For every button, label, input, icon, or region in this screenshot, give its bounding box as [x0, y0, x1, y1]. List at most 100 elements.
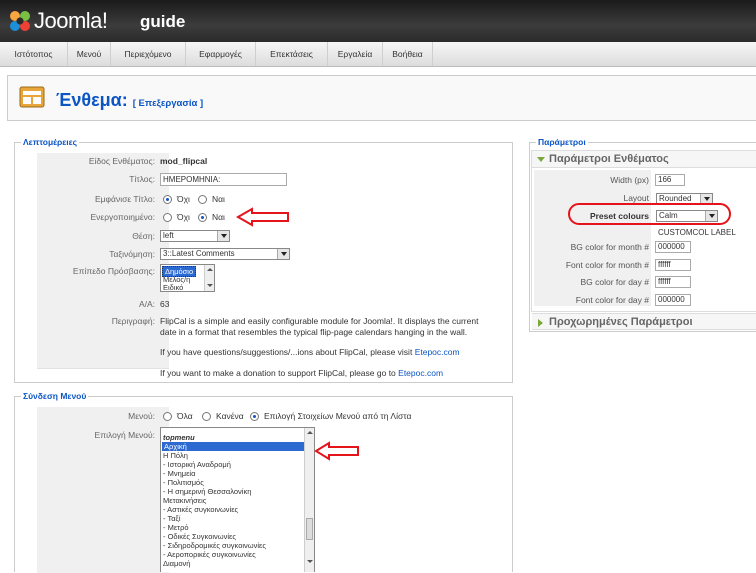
menu-list-item[interactable]: - Αστικές συγκοινωνίες [163, 505, 238, 514]
position-label: Θέση: [132, 231, 155, 241]
description-donate-text: If you want to make a donation to suppor… [160, 368, 399, 378]
menu-list-item[interactable]: - Πολιτισμός [163, 478, 204, 487]
module-type-label: Είδος Ενθέματος: [88, 156, 155, 166]
title-input[interactable]: ΗΜΕΡΟΜΗΝΙΑ: [160, 173, 287, 186]
enabled-yes-radio[interactable] [198, 213, 207, 222]
menus-all-radio[interactable] [163, 412, 172, 421]
page-title-main: Ένθεμα: [56, 90, 128, 110]
description-line-2: date in a format that resembles the typi… [160, 327, 468, 337]
menu-list-item[interactable]: - Η σημερινή Θεσσαλονίκη [163, 487, 251, 496]
access-label: Επίπεδο Πρόσβασης: [72, 266, 155, 276]
enabled-yes-label: Ναι [212, 212, 225, 222]
page-title: Ένθεμα: [ Επεξεργασία ] [56, 90, 203, 114]
enabled-no-radio[interactable] [163, 213, 172, 222]
menus-none-label: Κανένα [216, 411, 244, 421]
bg-month-input[interactable]: 000000 [655, 241, 691, 253]
description-line-1: FlipCal is a simple and easily configura… [160, 316, 479, 326]
show-title-yes-label: Ναι [212, 194, 225, 204]
description-questions: If you have questions/suggestions/...ion… [160, 347, 460, 358]
site-title: guide [140, 12, 186, 31]
menu-extensions[interactable]: Επεκτάσεις [256, 42, 328, 66]
description-questions-text: If you have questions/suggestions/...ion… [160, 347, 415, 357]
chevron-down-icon [277, 249, 289, 259]
menu-list-item[interactable]: - Σιδηροδρομικές συγκοινωνίες [163, 541, 266, 550]
expand-right-icon [538, 319, 543, 327]
module-type-value: mod_flipcal [160, 156, 208, 166]
show-title-label: Εμφάνισε Τίτλο: [94, 194, 155, 204]
details-key-column [37, 153, 169, 369]
scrollbar-thumb[interactable] [306, 518, 313, 540]
ordering-select-value: 3::Latest Comments [163, 249, 235, 258]
menu-components[interactable]: Εφαρμογές [186, 42, 256, 66]
font-day-input[interactable]: 000000 [655, 294, 691, 306]
menu-list-item[interactable]: - Μνημεία [163, 469, 195, 478]
menu-menus[interactable]: Μενού [68, 42, 111, 66]
admin-menubar: Ιστότοπος Μενού Περιεχόμενο Εφαρμογές Επ… [0, 42, 756, 67]
enabled-label: Ενεργοποιημένο: [90, 212, 155, 222]
menu-list-item-home[interactable]: Αρχική [162, 442, 304, 451]
chevron-down-icon [217, 231, 229, 241]
expand-down-icon [537, 157, 545, 162]
menu-list-item[interactable]: Διαμονή [163, 559, 190, 568]
advanced-parameters-header[interactable]: Προχωρημένες Παράμετροι [532, 313, 756, 330]
menu-selection-label: Επιλογή Μενού: [94, 430, 155, 440]
menu-list-item[interactable]: - Οδικές Συγκοινωνίες [163, 532, 236, 541]
etepoc-link-questions[interactable]: Etepoc.com [415, 347, 460, 357]
width-input[interactable]: 166 [655, 174, 685, 186]
menu-list-heading: topmenu [163, 433, 195, 442]
menu-content[interactable]: Περιεχόμενο [111, 42, 186, 66]
scroll-up-icon[interactable] [205, 266, 214, 274]
show-title-yes-radio[interactable] [198, 195, 207, 204]
menus-label: Μενού: [128, 411, 155, 421]
joomla-logo-text: Joomla! [34, 8, 108, 33]
annotation-arrow-menu-icon [314, 441, 359, 461]
menu-tools[interactable]: Εργαλεία [328, 42, 383, 66]
annotation-arrow-enabled-icon [236, 207, 289, 227]
ordering-label: Ταξινόμηση: [109, 249, 155, 259]
joomla-logo-icon [10, 11, 30, 31]
font-month-label: Font color for month # [565, 260, 649, 270]
bg-day-label: BG color for day # [580, 277, 649, 287]
font-month-input[interactable]: ffffff [655, 259, 691, 271]
menu-list-item[interactable]: - Αεροπορικές συγκοινωνίες [163, 550, 256, 559]
menu-site[interactable]: Ιστότοπος [0, 42, 68, 66]
etepoc-link-donate[interactable]: Etepoc.com [398, 368, 443, 378]
show-title-no-radio[interactable] [163, 195, 172, 204]
layout-select-value: Rounded [659, 194, 692, 203]
menus-select-radio[interactable] [250, 412, 259, 421]
title-label: Τίτλος: [129, 174, 155, 184]
ordering-select[interactable]: 3::Latest Comments [160, 248, 290, 260]
module-icon [19, 86, 45, 108]
font-day-label: Font color for day # [575, 295, 649, 305]
scroll-down-icon[interactable] [305, 558, 314, 566]
details-legend: Λεπτομέρειες [21, 136, 80, 148]
menu-list-item[interactable]: Η Πόλη [163, 451, 188, 460]
description-donate: If you want to make a donation to suppor… [160, 368, 443, 379]
scroll-down-icon[interactable] [205, 282, 214, 290]
access-option-special[interactable]: Ειδικό [163, 283, 183, 291]
menus-none-radio[interactable] [202, 412, 211, 421]
menu-list-item[interactable]: - Ιστορική Αναδρομή [163, 460, 231, 469]
parameters-legend: Παράμετροι [536, 136, 588, 148]
position-select[interactable]: left [160, 230, 230, 242]
menu-list-item[interactable]: - Ταξί [163, 514, 181, 523]
menu-help[interactable]: Βοήθεια [383, 42, 433, 66]
menu-assignment-legend: Σύνδεση Μενού [21, 390, 89, 402]
show-title-no-label: Όχι [177, 194, 190, 204]
id-label: A/A: [138, 299, 155, 309]
annotation-highlight-ellipse [568, 203, 731, 225]
position-select-value: left [163, 231, 174, 240]
bg-month-label: BG color for month # [570, 242, 649, 252]
description-label: Περιγραφή: [111, 316, 155, 326]
menu-list-item[interactable]: - Μετρό [163, 523, 189, 532]
width-label: Width (px) [610, 175, 649, 185]
access-listbox[interactable]: Δημόσιο Μέλος/η Ειδικό [160, 264, 215, 292]
customcol-label: CUSTOMCOL LABEL [658, 228, 736, 237]
menu-list-item[interactable]: Μετακινήσεις [163, 496, 206, 505]
scroll-up-icon[interactable] [305, 429, 314, 437]
menu-list-scrollbar[interactable] [304, 428, 314, 572]
module-parameters-header[interactable]: Παράμετροι Ενθέματος [532, 151, 756, 168]
bg-day-input[interactable]: ffffff [655, 276, 691, 288]
access-scrollbar[interactable] [204, 265, 214, 291]
menu-selection-listbox[interactable]: topmenu Αρχική Η Πόλη - Ιστορική Αναδρομ… [160, 427, 315, 572]
